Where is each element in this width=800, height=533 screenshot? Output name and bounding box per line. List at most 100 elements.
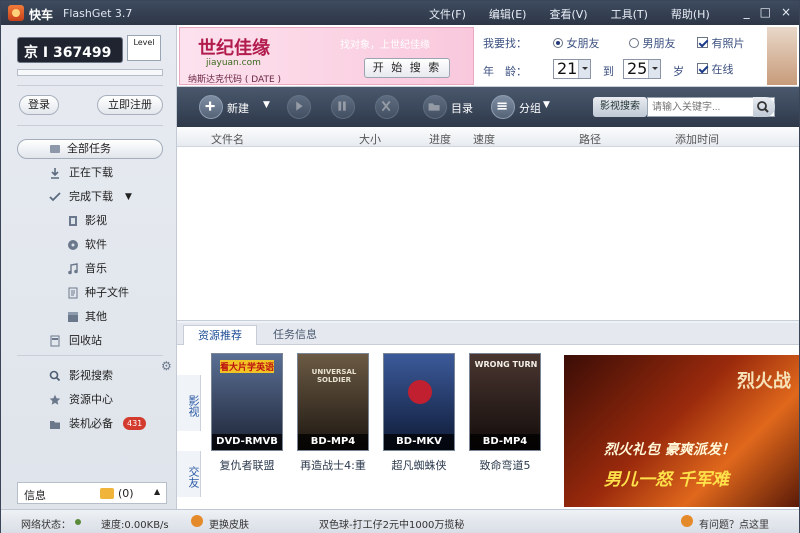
col-size[interactable]: 大小 (359, 131, 381, 147)
minimize-button[interactable]: _ (744, 5, 750, 19)
online-checkbox[interactable]: 在线 (697, 61, 734, 77)
title-bar: 快车 FlashGet 3.7 文件(F) 编辑(E) 查看(V) 工具(T) … (1, 1, 799, 25)
movie-card[interactable]: BD-MKV 超凡蜘蛛侠 (383, 353, 455, 473)
maximize-button[interactable]: □ (760, 5, 771, 19)
directory-label[interactable]: 目录 (451, 100, 473, 116)
info-box[interactable]: 信息 (0) ▲ (17, 482, 167, 504)
movie-poster[interactable]: WRONG TURN BD-MP4 (469, 353, 541, 451)
side-tab-social[interactable]: 交友 (177, 451, 201, 497)
age-to-select[interactable]: 25 (623, 59, 661, 79)
group-button[interactable] (491, 95, 515, 119)
nav-video[interactable]: 影视 (1, 210, 177, 232)
movie-poster[interactable]: 看大片学英语 DVD-RMVB (211, 353, 283, 451)
app-title: 快车 (29, 8, 54, 22)
checkbox-checked[interactable] (697, 37, 708, 48)
group-label[interactable]: 分组 (519, 100, 541, 116)
col-path[interactable]: 路径 (579, 131, 601, 147)
game-ad-line1: 烈火礼包 豪爽派发！ (604, 442, 735, 458)
movie-search-button[interactable]: 影视搜索 (593, 97, 647, 117)
nav-music[interactable]: 音乐 (1, 258, 177, 280)
new-task-label[interactable]: 新建 (227, 100, 249, 116)
delete-button[interactable] (375, 95, 399, 119)
nav-completed[interactable]: 完成下载 ▼ (1, 186, 177, 208)
menu-view[interactable]: 查看(V) (549, 6, 587, 22)
pause-button[interactable] (331, 95, 355, 119)
start-button[interactable] (287, 95, 311, 119)
poster-badge: WRONG TURN (474, 360, 538, 369)
spider-emblem (408, 380, 432, 404)
help-link[interactable]: 有问题？点这里 (699, 516, 769, 531)
recycle-bin-icon (50, 335, 60, 347)
new-task-button[interactable] (199, 95, 223, 119)
movie-card[interactable]: 看大片学英语 DVD-RMVB 复仇者联盟 (211, 353, 283, 473)
search-icon (757, 101, 769, 113)
nav-other[interactable]: 其他 (1, 306, 177, 328)
jiayuan-url: jiayuan.com (206, 58, 261, 68)
side-tab-video[interactable]: 影视 (177, 375, 201, 431)
age-from-select[interactable]: 21 (553, 59, 591, 79)
jiayuan-logo: 世纪佳缘 (198, 38, 270, 59)
help-icon (681, 515, 693, 527)
col-speed[interactable]: 速度 (473, 131, 495, 147)
menu-edit[interactable]: 编辑(E) (489, 6, 527, 22)
nav-recycle-label: 回收站 (69, 334, 102, 347)
directory-button[interactable] (423, 95, 447, 119)
close-x-icon (381, 100, 391, 112)
start-search-button[interactable]: 开 始 搜 索 (364, 58, 450, 78)
movie-poster[interactable]: UNIVERSAL SOLDIER BD-MP4 (297, 353, 369, 451)
network-status[interactable]: 网络状态： (21, 516, 71, 531)
col-filename[interactable]: 文件名 (211, 131, 244, 147)
task-list[interactable] (177, 147, 799, 321)
nav-completed-label: 完成下载 (69, 190, 113, 203)
poster-badge: UNIVERSAL SOLDIER (311, 368, 357, 384)
tab-task-info[interactable]: 任务信息 (259, 325, 331, 345)
movie-title[interactable]: 超凡蜘蛛侠 (383, 457, 455, 473)
game-ad[interactable]: 烈火战 烈火礼包 豪爽派发！ 男儿一怒 千军难 (564, 355, 799, 507)
col-progress[interactable]: 进度 (429, 131, 451, 147)
ad-slogan[interactable]: 找对象，上世纪佳缘 (340, 36, 430, 51)
nav-torrent[interactable]: 种子文件 (1, 282, 177, 304)
user-plate[interactable]: 京 I 367499 ▾ (17, 37, 123, 77)
menu-file[interactable]: 文件(F) (429, 6, 466, 22)
movie-poster[interactable]: BD-MKV (383, 353, 455, 451)
window-controls: _ □ × (744, 5, 791, 19)
nav-essentials-label: 装机必备 (69, 417, 113, 430)
to-label: 到 (603, 65, 614, 78)
nav-recycle-bin[interactable]: 回收站 (1, 330, 177, 352)
col-added-time[interactable]: 添加时间 (675, 131, 719, 147)
close-button[interactable]: × (781, 5, 791, 19)
female-option[interactable]: 女朋友 (553, 35, 600, 51)
movie-title[interactable]: 再造战士4:重 (297, 457, 369, 473)
toolbar: 新建 ▼ 目录 分组 ▼ 影视搜索 (177, 87, 799, 127)
lottery-link[interactable]: 双色球-打工仔2元中1000万揽秘 (319, 516, 464, 531)
register-button[interactable]: 立即注册 (97, 95, 163, 115)
nav-software[interactable]: 软件 (1, 234, 177, 256)
nav-resource-center[interactable]: 资源中心 (1, 389, 177, 411)
movie-title[interactable]: 致命弯道5 (469, 457, 541, 473)
ad-avatar[interactable] (767, 27, 797, 85)
movie-card[interactable]: WRONG TURN BD-MP4 致命弯道5 (469, 353, 541, 473)
jiayuan-ad[interactable]: 世纪佳缘 jiayuan.com 纳斯达克代码 ( DATE ) 找对象，上世纪… (179, 27, 474, 85)
login-button[interactable]: 登录 (19, 95, 59, 115)
movie-title[interactable]: 复仇者联盟 (211, 457, 283, 473)
checkbox-checked[interactable] (697, 63, 708, 74)
radio-selected[interactable] (553, 38, 563, 48)
movie-card[interactable]: UNIVERSAL SOLDIER BD-MP4 再造战士4:重 (297, 353, 369, 473)
radio-unselected[interactable] (629, 38, 639, 48)
nav-essentials[interactable]: 装机必备 431 (1, 413, 177, 435)
nav-downloading[interactable]: 正在下载 (1, 162, 177, 184)
tab-resource-recommend[interactable]: 资源推荐 (183, 325, 257, 345)
nav-music-label: 音乐 (85, 262, 107, 275)
has-photo-checkbox[interactable]: 有照片 (697, 35, 745, 51)
search-go-button[interactable] (753, 97, 775, 117)
group-dropdown-icon[interactable]: ▼ (543, 100, 550, 110)
change-skin-link[interactable]: 更换皮肤 (209, 516, 249, 531)
new-dropdown-icon[interactable]: ▼ (263, 100, 270, 110)
nav-movie-search[interactable]: 影视搜索 (1, 365, 177, 387)
chevron-up-icon[interactable]: ▲ (154, 487, 160, 496)
divider (17, 85, 163, 86)
menu-tools[interactable]: 工具(T) (611, 6, 648, 22)
menu-help[interactable]: 帮助(H) (671, 6, 710, 22)
nav-all-tasks[interactable]: 全部任务 (1, 138, 177, 160)
male-option[interactable]: 男朋友 (629, 35, 676, 51)
